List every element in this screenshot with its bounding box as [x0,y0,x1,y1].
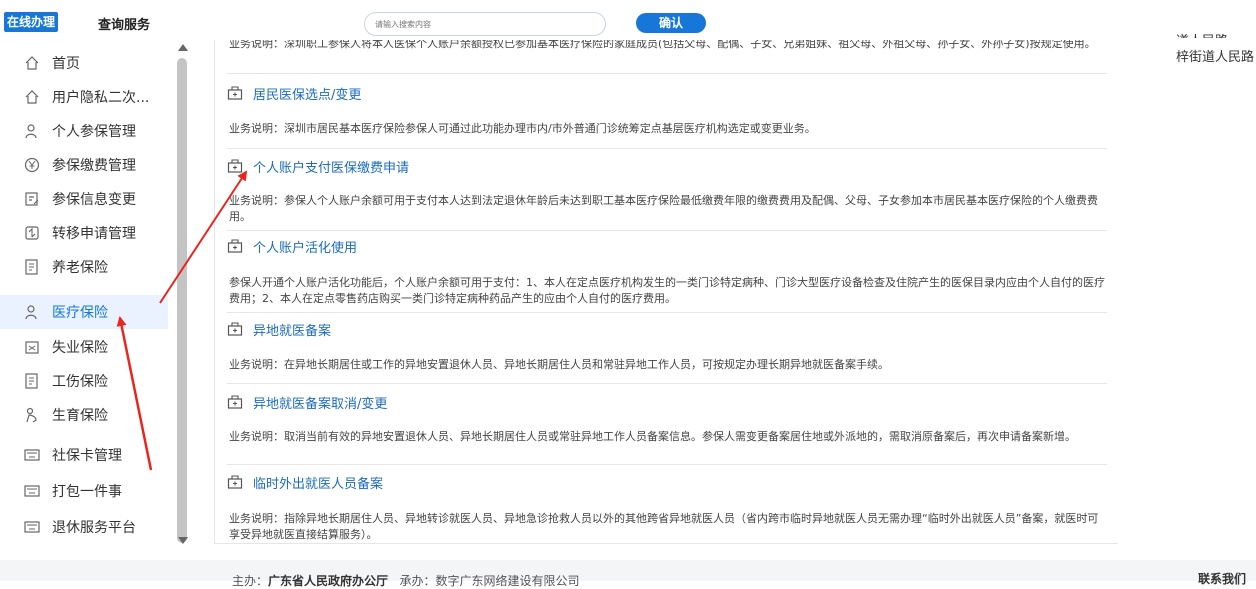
sidebar-item-label: 参保缴费管理 [52,158,136,174]
sidebar-item-info-change[interactable]: 参保信息变更 [0,182,168,216]
sidebar-item-label: 个人参保管理 [52,124,136,140]
unemployment-icon [25,341,39,354]
sidebar-item-label: 转移申请管理 [52,226,136,242]
hospital-icon [227,475,243,489]
sidebar-item-label: 参保信息变更 [52,192,136,208]
sidebar-item-label: 打包一件事 [52,484,122,500]
right-partial-text: 道人民路 [1176,30,1228,38]
sidebar-item-label: 用户隐私二次... [52,90,150,106]
scroll-down-icon[interactable] [178,537,188,544]
document-icon [25,373,38,389]
organizer-name: 数字广东网络建设有限公司 [435,574,580,588]
service-title[interactable]: 个人账户活化使用 [253,237,357,256]
sidebar-item-label: 退休服务平台 [52,520,136,536]
card-icon [24,521,40,533]
sidebar-item-unemployment[interactable]: 失业保险 [0,330,168,364]
service-item[interactable]: 异地就医备案 [227,319,331,339]
service-description: 业务说明：深圳职工参保人将本人医保个人账户余额授权已参加基本医疗保险的家庭成员(… [229,40,1096,50]
divider [227,383,1107,384]
sidebar-item-pension[interactable]: 养老保险 [0,250,168,284]
footer: 主办：广东省人民政府办公厅 承办：数字广东网络建设有限公司 联系我们 [0,560,1256,588]
sidebar-item-transfer[interactable]: 转移申请管理 [0,216,168,250]
divider [227,464,1107,465]
edit-doc-icon [25,192,39,206]
confirm-button[interactable]: 确认 [636,13,706,33]
person-icon [25,305,37,320]
tab-query-service[interactable]: 查询服务 [98,14,150,33]
service-title[interactable]: 居民医保选点/变更 [253,84,361,103]
divider [227,73,1107,74]
service-description: 参保人开通个人账户活化功能后，个人账户余额可用于支付：1、本人在定点医疗机构发生… [229,276,1105,305]
service-description: 业务说明：取消当前有效的异地安置退休人员、异地长期居住人员或常驻异地工作人员备案… [229,430,1076,443]
service-description: 业务说明：深圳市居民基本医疗保险参保人可通过此功能办理市内/市外普通门诊统筹定点… [229,122,816,135]
person-icon [25,124,37,139]
divider [227,230,1107,231]
sidebar-item-label: 失业保险 [52,340,108,356]
service-description: 业务说明：在异地长期居住或工作的异地安置退休人员、异地长期居住人员和常驻异地工作… [229,358,889,371]
service-item[interactable]: 个人账户支付医保缴费申请 [227,156,409,176]
service-title[interactable]: 异地就医备案取消/变更 [253,393,387,412]
sidebar-item-ss-card[interactable]: 社保卡管理 [0,438,168,472]
top-bar: 在线办理 查询服务 确认 [0,0,1256,40]
sidebar-item-medical[interactable]: 医疗保险 [0,295,168,329]
divider [227,148,1107,149]
service-description: 业务说明：参保人个人账户余额可用于支付本人达到法定退休年龄后未达到职工基本医疗保… [229,194,1098,223]
transfer-icon [25,226,39,240]
hospital-icon [227,395,243,409]
home-icon [25,90,39,104]
sidebar-item-privacy[interactable]: 用户隐私二次... [0,80,168,114]
service-title[interactable]: 异地就医备案 [253,320,331,339]
card-icon [24,449,40,461]
hospital-icon [227,239,243,253]
right-partial-text: 梓街道人民路 [1176,50,1255,65]
sidebar-item-maternity[interactable]: 生育保险 [0,398,168,432]
scrollbar-thumb[interactable] [177,58,187,543]
sidebar-scrollbar[interactable] [176,40,188,548]
search-input[interactable] [364,12,606,36]
sidebar-item-label: 养老保险 [52,260,108,276]
sidebar-item-label: 社保卡管理 [52,448,122,464]
sidebar-item-home[interactable]: 首页 [0,46,168,80]
sidebar-item-work-injury[interactable]: 工伤保险 [0,364,168,398]
scroll-up-icon[interactable] [178,44,188,51]
sidebar-item-retirement[interactable]: 退休服务平台 [0,510,168,544]
tab-online-service[interactable]: 在线办理 [4,12,59,32]
organizer-label: 承办： [399,574,436,588]
contact-us-link[interactable]: 联系我们 [1198,570,1246,587]
sidebar-item-label: 生育保险 [52,408,108,424]
host-label: 主办： [232,574,269,588]
service-item[interactable]: 个人账户活化使用 [227,236,357,256]
service-description: 业务说明：指除异地长期居住人员、异地转诊就医人员、异地急诊抢救人员以外的其他跨省… [229,512,1099,541]
sidebar-item-payment[interactable]: 参保缴费管理 [0,148,168,182]
document-icon [25,259,38,275]
sidebar-item-label: 医疗保险 [52,305,108,321]
hospital-icon [227,159,243,173]
sidebar-item-label: 工伤保险 [52,374,108,390]
home-icon [25,56,39,70]
sidebar: 首页 用户隐私二次... 个人参保管理 参保缴费管理 参保信息变更 转移申请管理… [0,40,172,548]
card-icon [24,485,40,497]
service-item[interactable]: 异地就医备案取消/变更 [227,392,387,412]
host-name: 广东省人民政府办公厅 [268,574,389,588]
service-title[interactable]: 临时外出就医人员备案 [253,473,383,492]
sidebar-item-label: 首页 [52,56,80,72]
sidebar-item-personal-insurance[interactable]: 个人参保管理 [0,114,168,148]
yuan-icon [24,157,40,173]
divider [227,312,1107,313]
service-title[interactable]: 个人账户支付医保缴费申请 [253,157,409,176]
service-item[interactable]: 临时外出就医人员备案 [227,472,383,492]
hospital-icon [227,86,243,100]
sidebar-item-bundle[interactable]: 打包一件事 [0,474,168,508]
hospital-icon [227,322,243,336]
maternity-icon [26,407,37,423]
service-list: 业务说明：深圳职工参保人将本人医保个人账户余额授权已参加基本医疗保险的家庭成员(… [214,40,1118,544]
service-item[interactable]: 居民医保选点/变更 [227,83,361,103]
